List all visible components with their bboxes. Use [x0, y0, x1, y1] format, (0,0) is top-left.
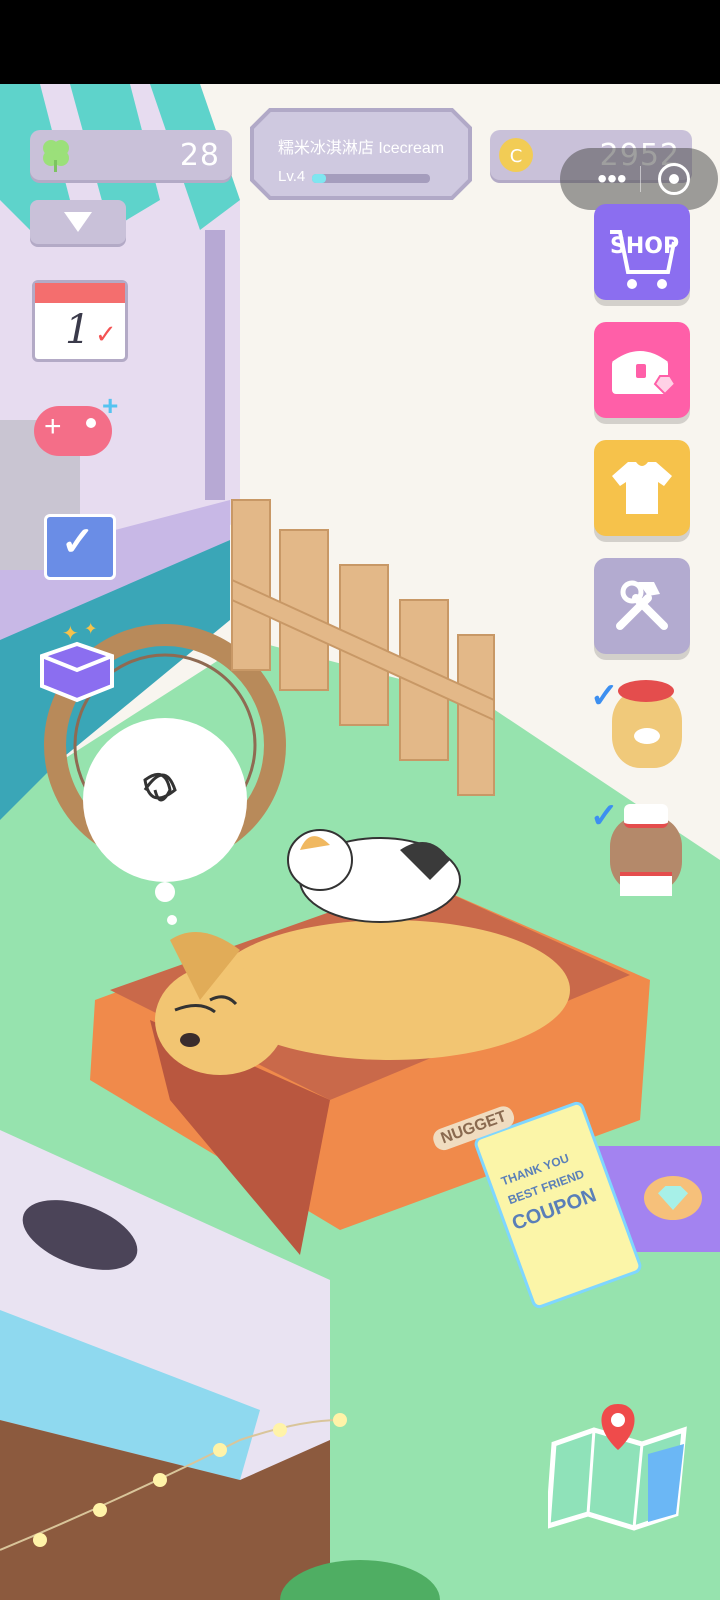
- diamond-icon: [644, 1176, 702, 1220]
- gamepad-icon: +: [34, 406, 112, 456]
- calendar-button[interactable]: 1 ✓: [32, 270, 128, 362]
- status-bar: [0, 0, 720, 84]
- gift-box-icon: ✦ ✦: [40, 621, 114, 703]
- capsule-menu: •••: [560, 148, 718, 210]
- more-dots-icon[interactable]: •••: [582, 164, 642, 194]
- shop-name: 糯米冰淇淋店 Icecream: [277, 140, 445, 157]
- gift-box-button[interactable]: ✦ ✦: [32, 616, 122, 706]
- wardrobe-button[interactable]: [594, 440, 690, 536]
- dropdown-button[interactable]: [30, 200, 126, 244]
- shop-name-plate[interactable]: 糯米冰淇淋店 Icecream Lv.4: [250, 108, 472, 200]
- visitor-poodle[interactable]: ✓: [590, 676, 690, 784]
- cart-icon: [610, 230, 676, 289]
- coin-icon: C: [499, 138, 533, 172]
- chest-icon: [612, 351, 677, 396]
- level-progress-track: [312, 174, 430, 183]
- checklist-icon: ✓: [44, 514, 116, 580]
- capsule-divider: [640, 166, 641, 192]
- cat-avatar: [610, 804, 682, 896]
- map-button[interactable]: [545, 1404, 690, 1534]
- target-icon[interactable]: [658, 163, 690, 195]
- svg-text:C: C: [510, 146, 523, 167]
- level-progress-fill: [312, 174, 327, 183]
- tools-icon: [616, 580, 668, 630]
- shop-button[interactable]: SHOP: [594, 204, 690, 300]
- level-label: Lv.4: [278, 168, 306, 185]
- poodle-avatar: [612, 680, 682, 768]
- visitor-cat[interactable]: ✓: [590, 796, 690, 900]
- calendar-icon: 1 ✓: [32, 280, 128, 362]
- clover-counter[interactable]: 28: [30, 130, 232, 180]
- game-scene: 28 糯米冰淇淋店 Icecream Lv.4 C 2952 •••: [0, 84, 720, 1600]
- calendar-day: 1: [65, 307, 91, 353]
- shirt-icon: [612, 462, 672, 514]
- svg-text:✦: ✦: [84, 621, 97, 638]
- clover-icon: [43, 140, 69, 172]
- chest-button[interactable]: [594, 322, 690, 418]
- tools-button[interactable]: [594, 558, 690, 654]
- clover-count: 28: [179, 138, 220, 173]
- tasks-button[interactable]: ✓: [44, 508, 116, 580]
- calendar-check: ✓: [95, 319, 117, 349]
- plus-badge-icon: +: [102, 390, 119, 421]
- svg-text:✦: ✦: [62, 623, 79, 645]
- minigame-button[interactable]: + +: [34, 390, 122, 458]
- dropdown-arrow-icon: [64, 212, 92, 232]
- map-icon: [545, 1404, 687, 1531]
